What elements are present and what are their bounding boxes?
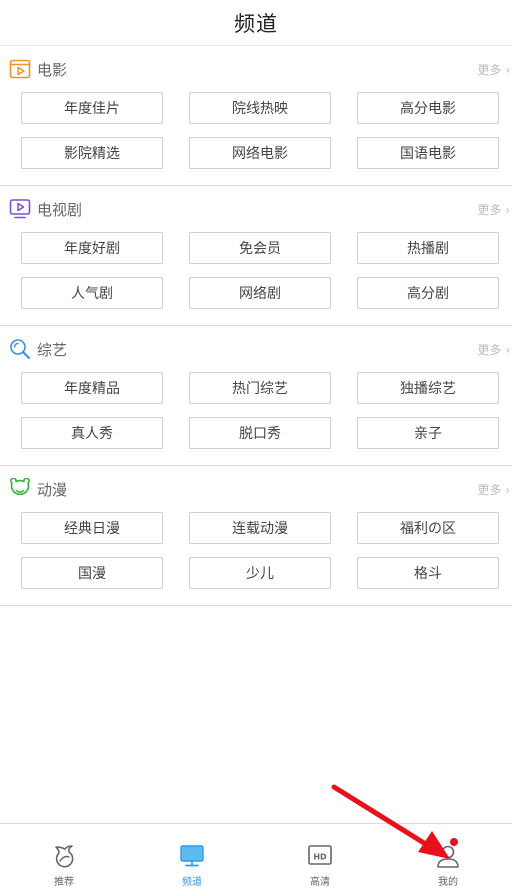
section-variety: 综艺 更多 › 年度精品 热门综艺 独播综艺 真人秀 脱口秀 亲子 — [0, 326, 512, 466]
recommend-icon — [50, 842, 78, 870]
tag-grid: 年度精品 热门综艺 独播综艺 真人秀 脱口秀 亲子 — [0, 372, 512, 449]
section-header: 电影 更多 › — [0, 46, 512, 92]
channel-tag[interactable]: 热门综艺 — [189, 372, 331, 404]
tag-grid: 年度好剧 免会员 热播剧 人气剧 网络剧 高分剧 — [0, 232, 512, 309]
channel-tag[interactable]: 格斗 — [357, 557, 499, 589]
tab-label: 推荐 — [54, 877, 74, 888]
section-title: 电影 — [37, 60, 68, 79]
tab-label: 频道 — [182, 877, 202, 888]
channel-tag[interactable]: 影院精选 — [21, 137, 163, 169]
profile-icon — [434, 842, 462, 870]
section-title: 动漫 — [37, 480, 68, 499]
section-header: 综艺 更多 › — [0, 326, 512, 372]
page-header: 频道 — [0, 0, 512, 46]
channel-tag[interactable]: 年度佳片 — [21, 92, 163, 124]
channel-tag[interactable]: 免会员 — [189, 232, 331, 264]
more-link[interactable]: 更多 › — [477, 481, 512, 498]
channel-tag[interactable]: 国语电影 — [357, 137, 499, 169]
page-title: 频道 — [234, 11, 278, 36]
section-movies: 电影 更多 › 年度佳片 院线热映 高分电影 影院精选 网络电影 国语电影 — [0, 46, 512, 186]
channel-tag[interactable]: 网络剧 — [189, 277, 331, 309]
channel-tag[interactable]: 亲子 — [357, 417, 499, 449]
tag-grid: 年度佳片 院线热映 高分电影 影院精选 网络电影 国语电影 — [0, 92, 512, 169]
tab-label: 高清 — [310, 877, 330, 888]
bottom-tab-bar: 推荐 频道 HD 高清 我的 — [0, 823, 512, 891]
hd-icon: HD — [306, 842, 334, 870]
notification-dot — [450, 838, 458, 846]
tab-channel[interactable]: 频道 — [128, 824, 256, 891]
channel-monitor-icon — [178, 842, 206, 870]
channel-tag[interactable]: 高分电影 — [357, 92, 499, 124]
channel-tag[interactable]: 高分剧 — [357, 277, 499, 309]
section-header: 电视剧 更多 › — [0, 186, 512, 232]
channel-tag[interactable]: 国漫 — [21, 557, 163, 589]
more-link[interactable]: 更多 › — [477, 341, 512, 358]
section-header: 动漫 更多 › — [0, 466, 512, 512]
more-link[interactable]: 更多 › — [477, 61, 512, 78]
tab-recommend[interactable]: 推荐 — [0, 824, 128, 891]
section-title: 综艺 — [37, 340, 68, 359]
tag-grid: 经典日漫 连载动漫 福利の区 国漫 少儿 格斗 — [0, 512, 512, 589]
channel-tag[interactable]: 热播剧 — [357, 232, 499, 264]
svg-text:HD: HD — [313, 853, 327, 862]
section-title: 电视剧 — [37, 200, 83, 219]
channel-tag[interactable]: 独播综艺 — [357, 372, 499, 404]
channel-tag[interactable]: 年度精品 — [21, 372, 163, 404]
anime-icon — [8, 477, 32, 501]
channel-tag[interactable]: 脱口秀 — [189, 417, 331, 449]
variety-icon — [8, 337, 32, 361]
channel-tag[interactable]: 人气剧 — [21, 277, 163, 309]
channel-tag[interactable]: 真人秀 — [21, 417, 163, 449]
film-icon — [8, 57, 32, 81]
tab-profile[interactable]: 我的 — [384, 824, 512, 891]
channel-tag[interactable]: 院线热映 — [189, 92, 331, 124]
channel-tag[interactable]: 年度好剧 — [21, 232, 163, 264]
tab-label: 我的 — [438, 877, 458, 888]
channel-tag[interactable]: 连载动漫 — [189, 512, 331, 544]
more-link[interactable]: 更多 › — [477, 201, 512, 218]
tab-hd[interactable]: HD 高清 — [256, 824, 384, 891]
channel-tag[interactable]: 福利の区 — [357, 512, 499, 544]
channel-tag[interactable]: 经典日漫 — [21, 512, 163, 544]
tv-icon — [8, 197, 32, 221]
channel-tag[interactable]: 网络电影 — [189, 137, 331, 169]
section-anime: 动漫 更多 › 经典日漫 连载动漫 福利の区 国漫 少儿 格斗 — [0, 466, 512, 606]
channel-tag[interactable]: 少儿 — [189, 557, 331, 589]
section-tv: 电视剧 更多 › 年度好剧 免会员 热播剧 人气剧 网络剧 高分剧 — [0, 186, 512, 326]
